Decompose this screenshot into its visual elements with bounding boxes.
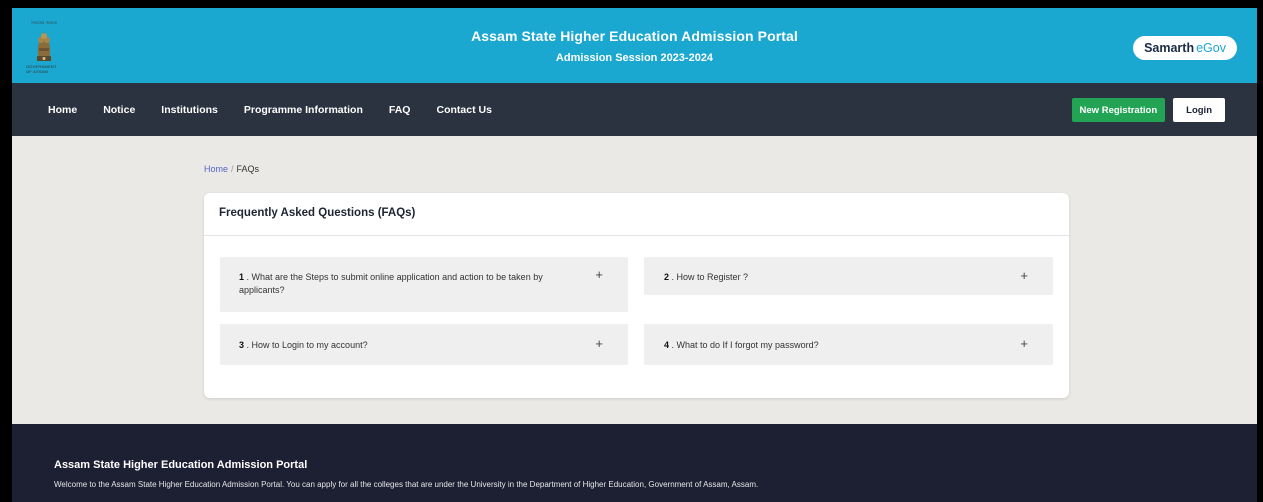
breadcrumb-current: FAQs: [236, 164, 260, 174]
nav-faq[interactable]: FAQ: [389, 104, 411, 116]
main-nav: Home Notice Institutions Programme Infor…: [12, 83, 1257, 136]
faq-question-4: 4 . What to do If I forgot my password?: [664, 339, 1009, 352]
emblem-bottom-text: GOVERNMENT OF ASSAM: [26, 64, 57, 74]
faq-heading: Frequently Asked Questions (FAQs): [204, 193, 1069, 236]
faq-card: Frequently Asked Questions (FAQs) 1 . Wh…: [204, 193, 1069, 398]
brand-part-samarth: Samarth: [1144, 41, 1195, 55]
breadcrumb-separator: /: [231, 164, 234, 174]
assam-emblem-logo[interactable]: সত্যমেব জয়তে GOVERNMENT OF ASSAM: [26, 20, 62, 74]
expand-icon[interactable]: +: [1020, 337, 1028, 350]
faq-question-1: 1 . What are the Steps to submit online …: [239, 271, 584, 297]
faq-item-1[interactable]: 1 . What are the Steps to submit online …: [220, 257, 628, 312]
login-button[interactable]: Login: [1173, 98, 1225, 122]
faq-text-4: . What to do If I forgot my password?: [669, 340, 819, 350]
nav-programme-information[interactable]: Programme Information: [244, 104, 363, 116]
header-bar: সত্যমেব জয়তে GOVERNMENT OF ASSAM Assam …: [12, 8, 1257, 83]
page-frame: সত্যমেব জয়তে GOVERNMENT OF ASSAM Assam …: [12, 8, 1257, 502]
faq-item-4[interactable]: 4 . What to do If I forgot my password? …: [644, 324, 1053, 365]
nav-institutions[interactable]: Institutions: [161, 104, 218, 116]
faq-question-3: 3 . How to Login to my account?: [239, 339, 584, 352]
portal-title: Assam State Higher Education Admission P…: [471, 27, 798, 44]
footer-description: Welcome to the Assam State Higher Educat…: [54, 480, 759, 489]
footer: Assam State Higher Education Admission P…: [12, 424, 1257, 502]
faq-text-2: . How to Register ?: [669, 272, 749, 282]
expand-icon[interactable]: +: [595, 268, 603, 281]
admission-session: Admission Session 2023-2024: [555, 51, 714, 64]
new-registration-button[interactable]: New Registration: [1071, 98, 1166, 122]
expand-icon[interactable]: +: [595, 337, 603, 350]
main-content: Home / FAQs Frequently Asked Questions (FA…: [12, 136, 1257, 424]
header-titles: Assam State Higher Education Admission P…: [471, 28, 798, 64]
nav-actions: New Registration Login: [1071, 98, 1225, 122]
nav-notice[interactable]: Notice: [103, 104, 135, 116]
expand-icon[interactable]: +: [1020, 269, 1028, 282]
breadcrumb: Home / FAQs: [204, 164, 259, 174]
brand-part-egov: eGov: [1196, 41, 1226, 55]
nav-home[interactable]: Home: [48, 104, 77, 116]
samarth-egov-logo[interactable]: Samarth eGov: [1133, 36, 1237, 60]
faq-question-2: 2 . How to Register ?: [664, 271, 1009, 284]
lion-capital-icon: [37, 31, 51, 61]
faq-item-2[interactable]: 2 . How to Register ? +: [644, 257, 1053, 295]
faq-text-1: . What are the Steps to submit online ap…: [239, 272, 543, 295]
breadcrumb-home[interactable]: Home: [204, 164, 228, 174]
faq-text-3: . How to Login to my account?: [244, 340, 368, 350]
faq-item-3[interactable]: 3 . How to Login to my account? +: [220, 324, 628, 365]
nav-contact-us[interactable]: Contact Us: [436, 104, 491, 116]
footer-title: Assam State Higher Education Admission P…: [54, 459, 308, 471]
emblem-top-text: সত্যমেব জয়তে: [30, 20, 58, 25]
